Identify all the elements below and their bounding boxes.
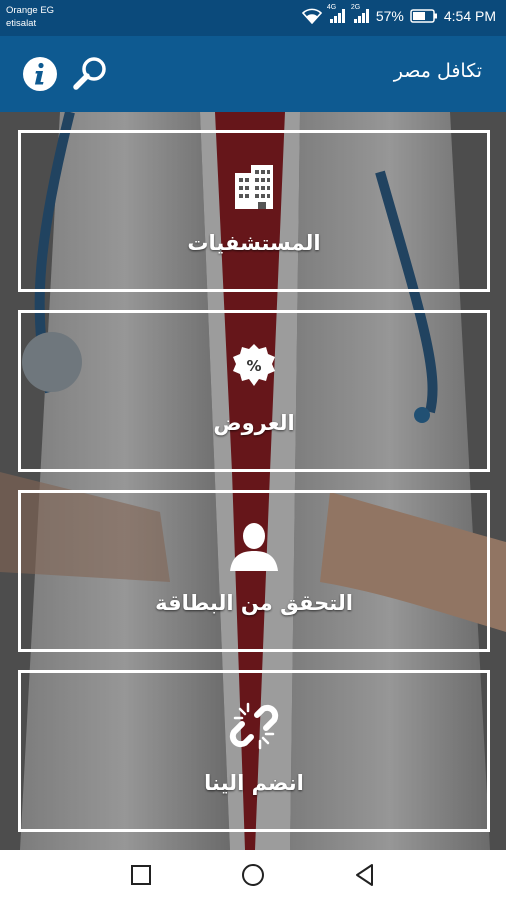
info-icon[interactable] (22, 56, 58, 92)
hospital-icon (229, 161, 279, 215)
menu-label-join-us: انضم الينا (204, 771, 304, 795)
navigation-bar (0, 850, 506, 900)
signal-2-icon: 2G (351, 4, 370, 24)
menu-card-join-us[interactable]: انضم الينا (18, 670, 490, 832)
status-icons: 4G 2G 57% 4:54 PM (301, 4, 496, 24)
menu-label-hospitals: المستشفيات (187, 231, 321, 255)
battery-percent: 57% (375, 8, 404, 24)
menu-label-verify-card: التحقق من البطاقة (155, 591, 353, 615)
app-bar: تكافل مصر (0, 36, 506, 112)
search-icon[interactable] (72, 54, 110, 92)
menu-label-offers: العروض (213, 411, 295, 435)
back-icon[interactable] (352, 862, 378, 888)
wifi-icon (301, 8, 322, 24)
carrier-1: Orange EG (6, 5, 55, 16)
network-1-label: 4G (326, 4, 337, 11)
home-icon[interactable] (240, 862, 266, 888)
percent-badge-icon: % (232, 343, 276, 391)
menu-card-verify-card[interactable]: التحقق من البطاقة (18, 490, 490, 652)
clock: 4:54 PM (443, 8, 496, 24)
signal-1-icon: 4G (327, 4, 346, 24)
menu-card-offers[interactable]: % العروض (18, 310, 490, 472)
main-content: المستشفيات % العروض التحقق من البطاقة ان… (0, 112, 506, 850)
menu-card-hospitals[interactable]: المستشفيات (18, 130, 490, 292)
carrier-2: etisalat (6, 18, 37, 29)
app-title: تكافل مصر (393, 60, 482, 82)
broken-link-icon (229, 701, 279, 755)
battery-icon (410, 9, 438, 23)
carrier-names: Orange EG etisalat (6, 4, 54, 30)
svg-text:%: % (246, 357, 261, 375)
status-bar: Orange EG etisalat 4G 2G 57% 4:54 PM (0, 0, 506, 36)
user-icon (228, 521, 280, 575)
network-2-label: 2G (350, 4, 361, 11)
recent-apps-icon[interactable] (128, 862, 154, 888)
